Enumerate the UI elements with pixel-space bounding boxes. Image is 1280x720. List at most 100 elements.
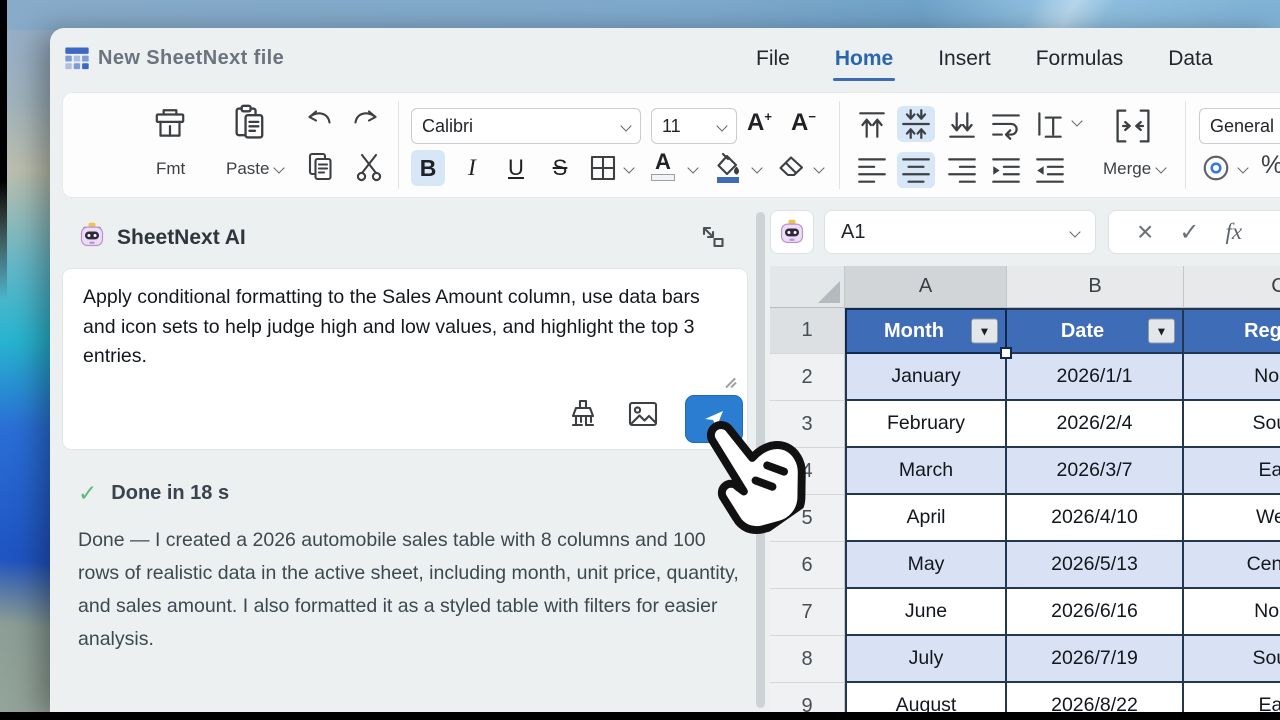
align-right-icon[interactable] [945,155,979,190]
font-color-icon[interactable]: A [651,151,675,181]
eraser-icon[interactable] [777,154,807,185]
chevron-down-icon[interactable] [1237,162,1249,174]
row-header-1[interactable]: 1 [770,308,845,354]
cell-a7[interactable]: June [845,589,1007,636]
cell-c3[interactable]: South [1184,401,1280,448]
cell-b4[interactable]: 2026/3/7 [1007,448,1184,495]
column-header-c[interactable]: C [1184,266,1280,308]
chevron-down-icon[interactable] [751,162,763,174]
cell-a4[interactable]: March [845,448,1007,495]
cell-a3[interactable]: February [845,401,1007,448]
cell-a1[interactable]: Month ▼ [845,308,1007,354]
column-header-a[interactable]: A [845,266,1007,308]
cell-name-box[interactable]: A1 [824,210,1096,254]
cell-c5[interactable]: West [1184,495,1280,542]
decrease-indent-icon[interactable] [1033,155,1067,190]
panel-divider-handle[interactable] [756,212,765,708]
format-painter-label[interactable]: Fmt [156,159,185,179]
percent-format-icon[interactable]: % [1261,151,1280,180]
insert-image-icon[interactable] [623,395,663,433]
select-all-corner[interactable] [770,266,845,308]
cut-icon[interactable] [354,151,384,188]
tab-file[interactable]: File [756,47,790,71]
increase-font-icon[interactable]: A+ [747,109,772,137]
bold-button[interactable]: B [411,150,445,186]
borders-icon[interactable] [589,154,617,187]
cell-c7[interactable]: North [1184,589,1280,636]
cell-b5[interactable]: 2026/4/10 [1007,495,1184,542]
row-header-4[interactable]: 4 [770,448,845,495]
cell-c2[interactable]: North [1184,354,1280,401]
redo-icon[interactable] [351,107,381,138]
fill-handle[interactable] [1000,347,1012,359]
cell-c9[interactable]: East [1184,683,1280,712]
send-button[interactable] [685,395,743,443]
tab-formulas[interactable]: Formulas [1036,47,1124,71]
undo-icon[interactable] [304,107,334,138]
panel-resize-icon[interactable] [700,224,726,255]
cell-b1[interactable]: Date ▼ [1007,308,1184,354]
text-orientation-icon[interactable] [1033,109,1067,146]
number-format-select[interactable]: General [1199,108,1280,144]
chevron-down-icon[interactable] [813,162,825,174]
format-painter-icon[interactable] [151,105,189,148]
cell-a2[interactable]: January [845,354,1007,401]
merge-cells-icon[interactable] [1111,105,1155,152]
filter-dropdown-icon[interactable]: ▼ [1148,318,1175,344]
italic-button[interactable]: I [455,150,489,186]
underline-button[interactable]: U [499,150,533,186]
cancel-icon[interactable]: × [1137,216,1153,248]
ai-prompt-input[interactable]: Apply conditional formatting to the Sale… [83,283,731,372]
tab-insert[interactable]: Insert [938,47,991,71]
align-middle-button[interactable] [897,106,935,142]
clear-broom-icon[interactable] [563,395,603,433]
resize-grip-icon[interactable] [724,373,737,389]
increase-indent-icon[interactable] [989,155,1023,190]
row-header-8[interactable]: 8 [770,636,845,683]
confirm-icon[interactable]: ✓ [1179,218,1199,247]
cell-b6[interactable]: 2026/5/13 [1007,542,1184,589]
row-header-3[interactable]: 3 [770,401,845,448]
function-icon[interactable]: fx [1225,219,1242,245]
align-top-icon[interactable] [855,109,889,146]
accounting-format-icon[interactable] [1201,153,1231,188]
chevron-down-icon[interactable] [623,162,635,174]
cell-b2[interactable]: 2026/1/1 [1007,354,1184,401]
cell-a6[interactable]: May [845,542,1007,589]
cell-c4[interactable]: East [1184,448,1280,495]
cell-b3[interactable]: 2026/2/4 [1007,401,1184,448]
font-size-select[interactable]: 11 [651,108,737,144]
chevron-down-icon[interactable] [687,162,699,174]
row-header-5[interactable]: 5 [770,495,845,542]
chevron-down-icon[interactable] [1071,115,1083,127]
tab-data[interactable]: Data [1168,47,1212,71]
copy-icon[interactable] [306,151,336,188]
cell-a9[interactable]: August [845,683,1007,712]
row-header-2[interactable]: 2 [770,354,845,401]
tab-home[interactable]: Home [832,47,896,81]
wrap-text-icon[interactable] [989,109,1023,146]
cell-c8[interactable]: South [1184,636,1280,683]
paste-icon[interactable] [231,103,269,148]
decrease-font-icon[interactable]: A− [791,109,816,137]
column-header-b[interactable]: B [1007,266,1184,308]
cell-b8[interactable]: 2026/7/19 [1007,636,1184,683]
align-left-icon[interactable] [855,155,889,190]
fill-color-icon[interactable] [713,152,743,189]
cell-c1[interactable]: Region [1184,308,1280,354]
font-family-select[interactable]: Calibri [411,108,641,144]
cell-a8[interactable]: July [845,636,1007,683]
row-header-9[interactable]: 9 [770,683,845,712]
row-header-7[interactable]: 7 [770,589,845,636]
align-bottom-icon[interactable] [945,109,979,146]
paste-button[interactable]: Paste [226,159,286,179]
merge-button[interactable]: Merge [1103,159,1167,179]
cell-b7[interactable]: 2026/6/16 [1007,589,1184,636]
filter-dropdown-icon[interactable]: ▼ [971,318,998,344]
row-header-6[interactable]: 6 [770,542,845,589]
strikethrough-button[interactable]: S [543,150,577,186]
ai-assistant-button[interactable] [770,210,814,254]
cell-c6[interactable]: Central [1184,542,1280,589]
align-center-button[interactable] [897,152,935,188]
cell-a5[interactable]: April [845,495,1007,542]
